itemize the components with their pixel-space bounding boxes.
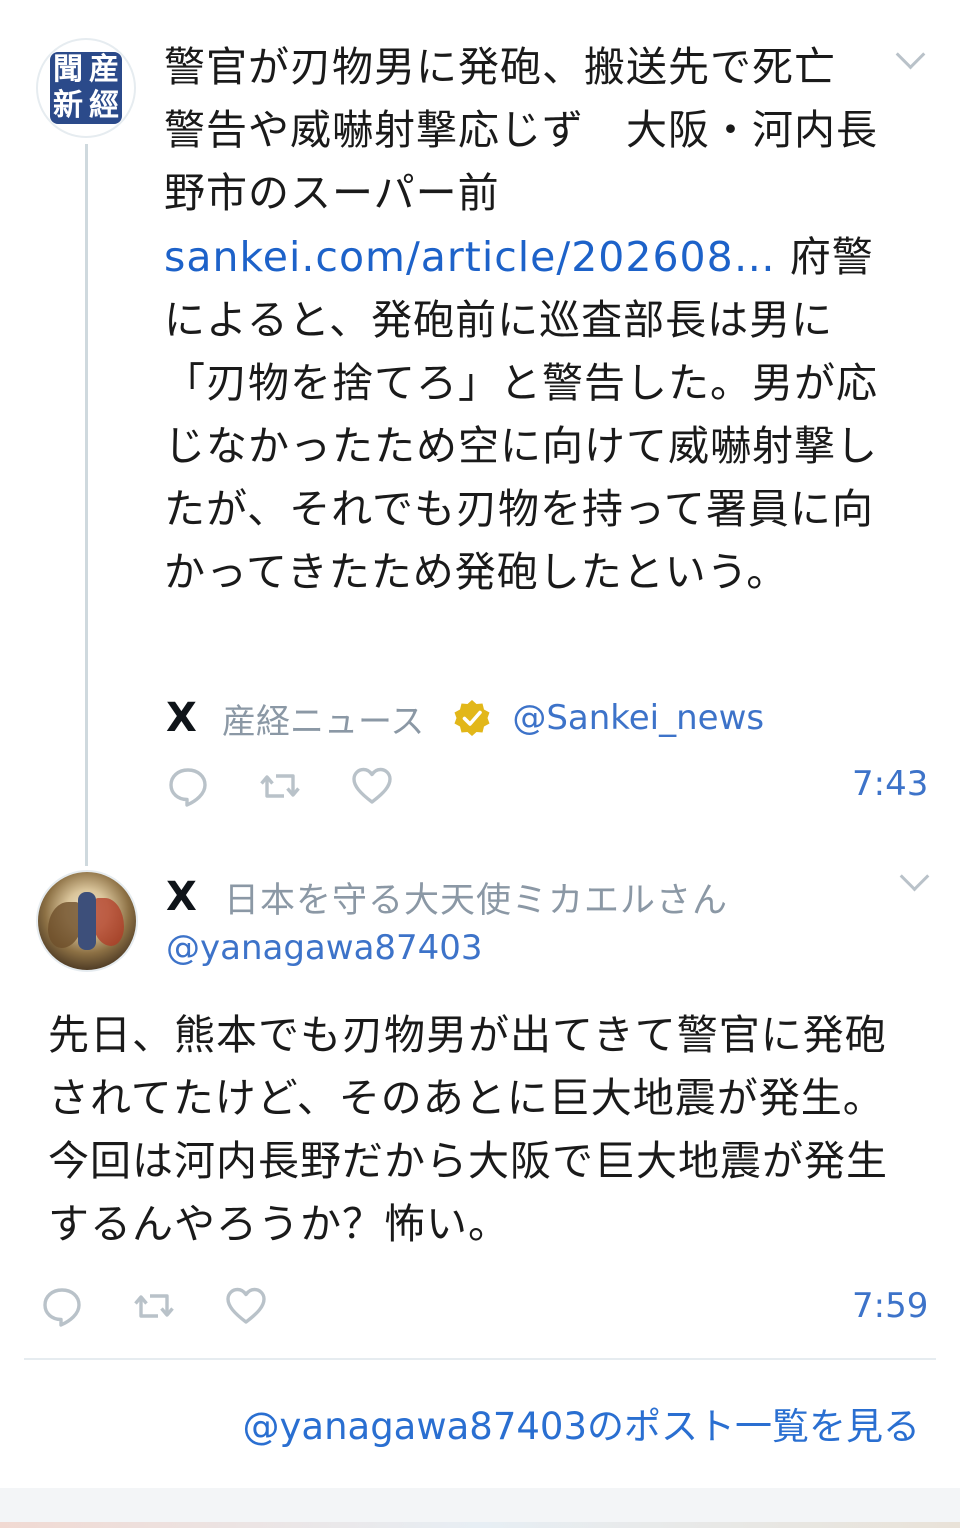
chevron-down-icon[interactable] [899, 861, 930, 892]
sankei-seal-logo: 聞 産 新 經 [50, 52, 122, 124]
seal-glyph: 産 [89, 52, 119, 87]
user-avatar[interactable] [36, 870, 138, 972]
post-title: 警官が刃物男に発砲、搬送先で死亡 警告や威嚇射撃応じず 大阪・河内長野市のスーパ… [164, 43, 878, 217]
user-display-name[interactable]: 日本を守る大天使ミカエルさん [224, 872, 728, 923]
reply-actions [40, 1284, 268, 1328]
chevron-down-icon[interactable] [895, 39, 926, 70]
source-name[interactable]: 産経ニュース [222, 694, 424, 743]
avatar-art [92, 898, 124, 946]
seal-glyph: 經 [89, 88, 119, 123]
avatar-art [78, 892, 96, 950]
seal-glyph: 聞 [53, 52, 83, 87]
heart-icon[interactable] [350, 764, 394, 808]
reply-body: 先日、熊本でも刃物男が出てきて警官に発砲されてたけど、そのあとに巨大地震が発生。… [48, 1011, 888, 1248]
heart-icon[interactable] [224, 1284, 268, 1328]
user-handle[interactable]: @yanagawa87403 [166, 928, 483, 968]
post-body: sankei.com/article/202608… 府警によると、発砲前に巡査… [164, 226, 884, 604]
thread-connector-line [85, 144, 88, 866]
x-logo-icon: X [166, 874, 197, 920]
reply-icon[interactable] [40, 1284, 84, 1328]
next-content-peek [0, 1522, 960, 1528]
article-link[interactable]: sankei.com/article/202608… [164, 233, 776, 281]
reply-timestamp[interactable]: 7:59 [852, 1286, 928, 1326]
post-actions [166, 764, 394, 808]
divider [24, 1358, 936, 1360]
see-user-posts-link[interactable]: @yanagawa87403のポスト一覧を見る [243, 1396, 921, 1450]
repost-icon[interactable] [132, 1284, 176, 1328]
reply-icon[interactable] [166, 764, 210, 808]
post-body-text: 府警によると、発砲前に巡査部長は男に「刃物を捨てろ」と警告した。男が応じなかった… [164, 233, 878, 596]
reply-author: X 日本を守る大天使ミカエルさん [166, 872, 728, 923]
sankei-avatar[interactable]: 聞 産 新 經 [36, 38, 136, 138]
x-logo-icon: X [166, 695, 197, 741]
source-handle[interactable]: @Sankei_news [512, 698, 764, 738]
thread-view: 聞 産 新 經 警官が刃物男に発砲、搬送先で死亡 警告や威嚇射撃応じず 大阪・河… [0, 0, 960, 1528]
bottom-edge [0, 1488, 960, 1528]
post-source: X 産経ニュース @Sankei_news [166, 694, 764, 742]
seal-glyph: 新 [53, 88, 83, 123]
repost-icon[interactable] [258, 764, 302, 808]
avatar-art [48, 902, 82, 948]
post-timestamp[interactable]: 7:43 [852, 764, 928, 804]
verified-badge-icon [454, 700, 490, 736]
